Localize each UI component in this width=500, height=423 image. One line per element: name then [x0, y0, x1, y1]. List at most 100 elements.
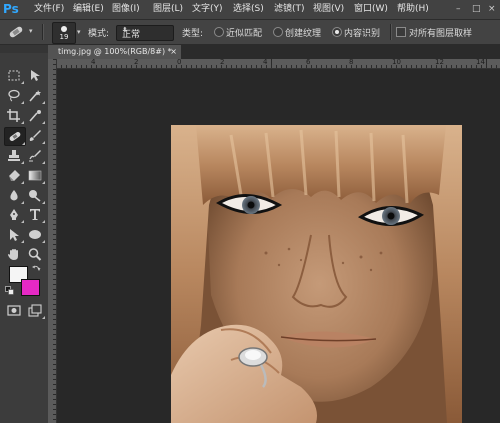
radio-content-aware-label[interactable]: 内容识别	[344, 26, 380, 39]
panel-grip[interactable]	[0, 45, 48, 53]
history-brush-tool[interactable]	[25, 147, 45, 164]
brush-icon	[29, 130, 41, 141]
dodge-tool[interactable]	[25, 187, 45, 204]
menu-type[interactable]: 文字(Y)	[192, 3, 223, 16]
quick-mask-tool[interactable]	[4, 302, 24, 319]
ruler-label: 0	[177, 58, 182, 66]
drop-icon	[10, 190, 18, 201]
eyedropper-icon	[29, 110, 41, 122]
document-tab[interactable]: timg.jpg @ 100%(RGB/8#) * ×	[48, 45, 182, 59]
gradient-tool[interactable]	[25, 167, 45, 184]
lasso-icon	[8, 89, 20, 102]
ruler-label: 8	[349, 58, 354, 66]
mode-select[interactable]: 正常 ⬍	[116, 25, 174, 41]
menu-bar: Ps 文件(F) 编辑(E) 图像(I) 图层(L) 文字(Y) 选择(S) 滤…	[0, 0, 500, 20]
lasso-tool[interactable]	[4, 87, 24, 104]
menu-edit[interactable]: 编辑(E)	[73, 3, 104, 16]
swap-colors-icon[interactable]	[32, 264, 41, 273]
radio-create-texture[interactable]	[273, 27, 283, 37]
eraser-tool[interactable]	[4, 167, 24, 184]
clone-stamp-tool[interactable]	[4, 147, 24, 164]
menu-layer[interactable]: 图层(L)	[153, 3, 183, 16]
brush-picker[interactable]: 19	[52, 22, 76, 44]
ruler-label: 12	[435, 58, 444, 66]
ruler-label: 4	[263, 58, 268, 66]
quick-mask-icon	[7, 305, 21, 316]
background-color-swatch[interactable]	[21, 279, 40, 296]
hand-icon	[8, 249, 18, 260]
ruler-label: 2	[134, 58, 139, 66]
bandage-icon	[9, 26, 23, 38]
radio-content-aware[interactable]	[332, 27, 342, 37]
type-tool[interactable]	[25, 206, 45, 223]
screen-mode-tool[interactable]	[25, 302, 45, 319]
move-tool[interactable]	[25, 67, 45, 84]
divider	[390, 24, 392, 40]
dodge-icon	[29, 190, 41, 202]
ruler-ticks	[56, 59, 497, 68]
document-image[interactable]	[171, 125, 462, 423]
menu-window[interactable]: 窗口(W)	[354, 3, 388, 16]
menu-help[interactable]: 帮助(H)	[397, 3, 429, 16]
path-select-tool[interactable]	[4, 226, 24, 243]
menu-image[interactable]: 图像(I)	[112, 3, 140, 16]
chevron-down-icon: ▾	[29, 27, 33, 35]
ruler-label: 10	[392, 58, 401, 66]
menu-filter[interactable]: 滤镜(T)	[274, 3, 305, 16]
minimize-button[interactable]: –	[456, 3, 461, 15]
ruler-ticks	[53, 59, 56, 420]
ellipse-icon	[29, 230, 41, 239]
ruler-vertical[interactable]	[48, 59, 57, 423]
ruler-label: 4	[91, 58, 96, 66]
photoshop-logo: Ps	[3, 2, 19, 16]
move-icon	[31, 70, 40, 81]
menu-select[interactable]: 选择(S)	[233, 3, 264, 16]
crop-tool[interactable]	[4, 107, 24, 124]
restore-button[interactable]: □	[472, 3, 481, 15]
tab-strip	[181, 45, 500, 59]
screen-mode-icon	[28, 304, 42, 317]
eraser-icon	[9, 170, 20, 181]
sample-all-layers-label[interactable]: 对所有图层取样	[409, 26, 472, 39]
magnifier-icon	[28, 248, 42, 261]
bandage-icon	[9, 131, 21, 142]
hand-tool[interactable]	[4, 246, 24, 263]
pen-icon	[10, 209, 18, 220]
type-icon	[30, 209, 40, 220]
menu-view[interactable]: 视图(V)	[313, 3, 344, 16]
portrait-photo	[171, 125, 462, 423]
marquee-tool[interactable]	[4, 67, 24, 84]
ruler-horizontal[interactable]: 4 2 0 2 4 6 8 10 12 14	[56, 58, 500, 69]
radio-proximity-match-label[interactable]: 近似匹配	[226, 26, 262, 39]
close-tab-icon[interactable]: ×	[170, 47, 177, 56]
menu-file[interactable]: 文件(F)	[34, 3, 64, 16]
chevron-down-icon[interactable]: ▾	[77, 28, 81, 36]
sample-all-layers-checkbox[interactable]	[396, 27, 406, 37]
history-brush-icon	[29, 150, 41, 162]
ruler-label: 6	[306, 58, 311, 66]
type-label: 类型:	[182, 29, 204, 39]
ruler-label: 14	[476, 58, 485, 66]
divider	[42, 24, 44, 40]
quick-select-tool[interactable]	[25, 87, 45, 104]
mode-label: 模式:	[88, 29, 110, 39]
updown-icon: ⬍	[122, 26, 128, 34]
spot-healing-tool[interactable]	[4, 127, 26, 146]
ruler-label: 2	[220, 58, 225, 66]
close-window-button[interactable]: ×	[488, 3, 496, 15]
eyedropper-tool[interactable]	[25, 107, 45, 124]
shape-tool[interactable]	[25, 226, 45, 243]
zoom-tool[interactable]	[25, 246, 45, 263]
gradient-icon	[28, 170, 42, 181]
blur-tool[interactable]	[4, 187, 24, 204]
crop-icon	[7, 109, 20, 122]
default-colors-icon[interactable]	[5, 286, 14, 295]
stamp-icon	[8, 150, 20, 161]
radio-create-texture-label[interactable]: 创建纹理	[285, 26, 321, 39]
pen-tool[interactable]	[4, 206, 24, 223]
brush-tool[interactable]	[25, 127, 45, 144]
tool-preset-picker[interactable]: ▾	[7, 24, 35, 40]
arrow-icon	[10, 229, 19, 241]
radio-proximity-match[interactable]	[214, 27, 224, 37]
marquee-icon	[8, 70, 20, 81]
